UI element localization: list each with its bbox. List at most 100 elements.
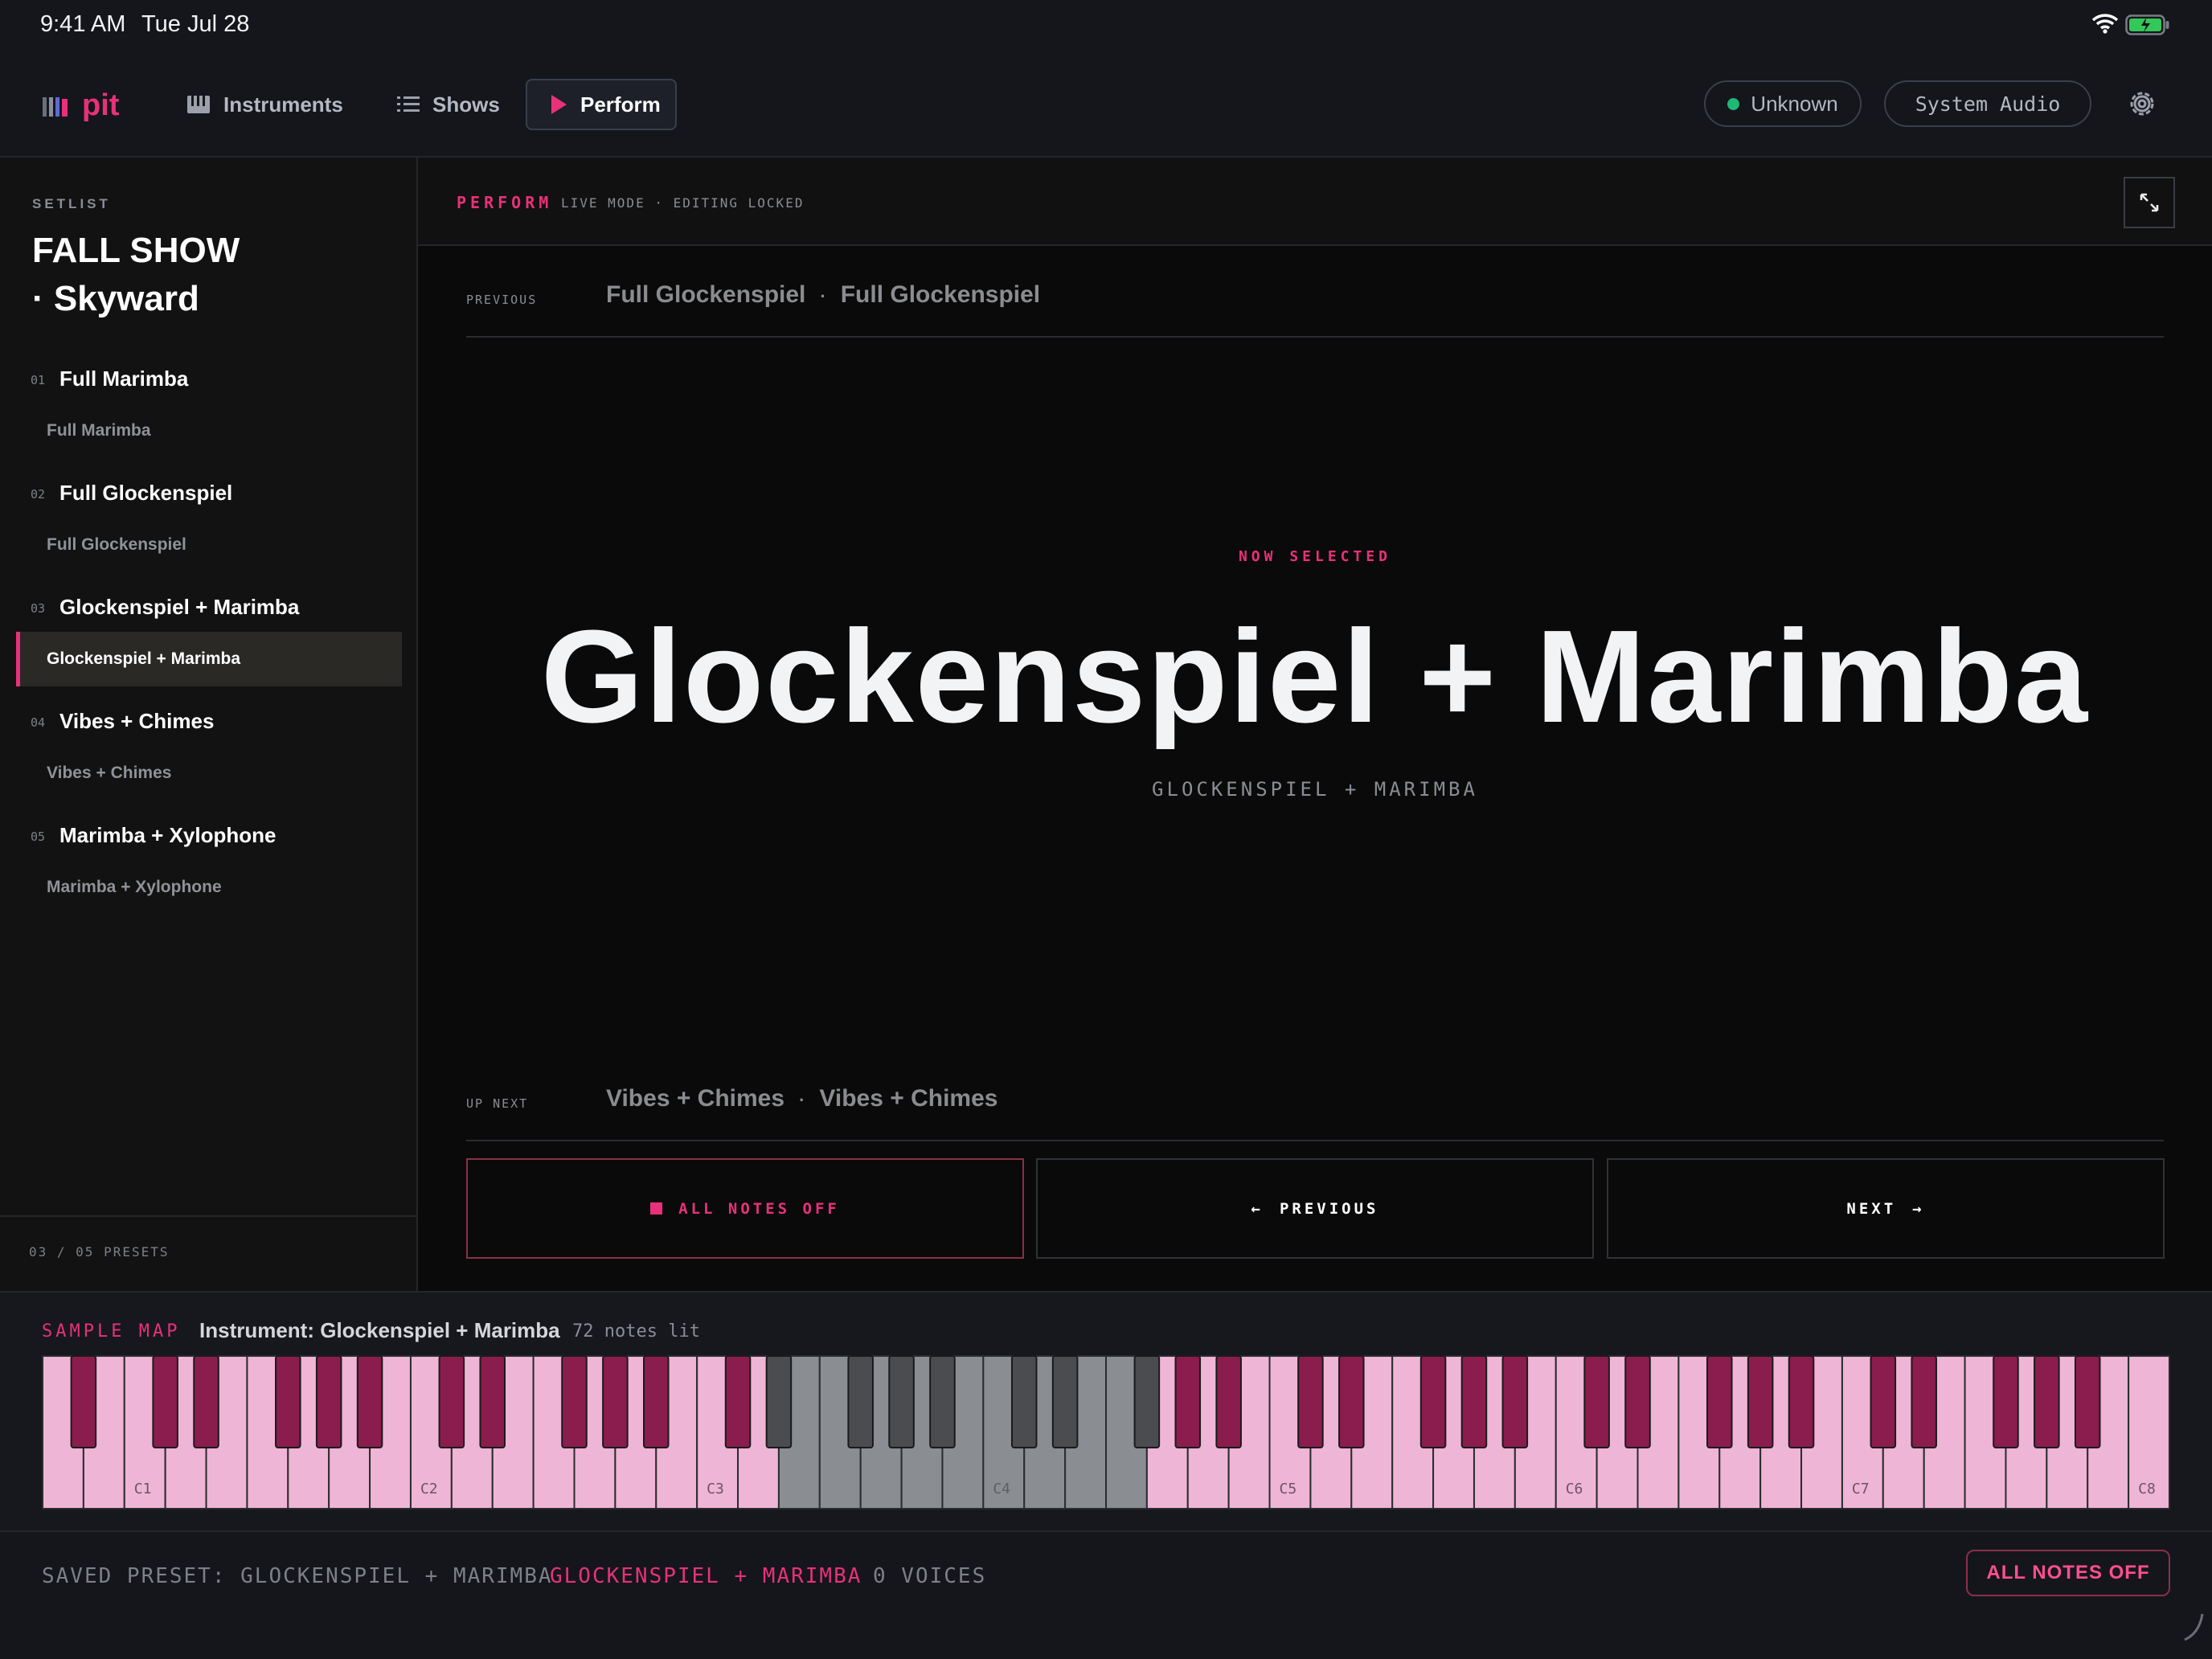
setlist-item[interactable]: 01 Full Marimba Full Marimba	[0, 358, 418, 473]
setlist-item[interactable]: 05 Marimba + Xylophone Marimba + Xylophone	[0, 815, 418, 929]
setlist-item-name: Glockenspiel + Marimba	[59, 595, 300, 619]
black-key[interactable]	[193, 1355, 219, 1448]
black-key[interactable]	[275, 1355, 301, 1448]
black-key[interactable]	[724, 1355, 752, 1448]
resize-handle-icon	[2184, 1613, 2204, 1641]
setlist-item-preset[interactable]: Full Marimba	[16, 403, 402, 458]
up-next-row[interactable]: UP NEXT Vibes + Chimes · Vibes + Chimes	[466, 1082, 2164, 1141]
nav-shows[interactable]: Shows	[397, 79, 500, 130]
previous-instrument: Full Glockenspiel	[840, 281, 1041, 308]
setlist-sidebar: SETLIST FALL SHOW · Skyward 01 Full Marim…	[0, 158, 418, 1291]
black-key[interactable]	[643, 1355, 670, 1448]
black-key[interactable]	[438, 1355, 465, 1448]
setlist-item-name: Marimba + Xylophone	[59, 823, 276, 847]
status-bar: 9:41 AM Tue Jul 28	[0, 0, 2212, 51]
black-key[interactable]	[561, 1355, 588, 1448]
black-key[interactable]	[1010, 1355, 1038, 1448]
black-key[interactable]	[929, 1355, 956, 1448]
black-key[interactable]	[70, 1355, 97, 1448]
setlist-item-number: 01	[31, 373, 46, 387]
gear-icon[interactable]	[2127, 88, 2157, 119]
setlist-item-name: Vibes + Chimes	[59, 709, 215, 733]
nav-instruments[interactable]: Instruments	[186, 79, 343, 130]
black-key[interactable]	[479, 1355, 506, 1448]
setlist-item-preset[interactable]: Marimba + Xylophone	[16, 860, 402, 915]
black-key[interactable]	[1624, 1355, 1651, 1448]
black-key[interactable]	[1993, 1355, 2019, 1448]
up-next-name: Vibes + Chimes · Vibes + Chimes	[606, 1085, 997, 1112]
black-key[interactable]	[1297, 1355, 1324, 1448]
list-icon	[397, 96, 420, 112]
logo-icon	[43, 96, 68, 117]
top-nav: pit Instruments Shows Perform Unknown Sy…	[0, 51, 2212, 158]
status-time: 9:41 AM	[40, 11, 126, 37]
black-key[interactable]	[1501, 1355, 1529, 1448]
notes-lit-count: 72 notes lit	[572, 1321, 700, 1342]
setlist-item-number: 02	[31, 487, 46, 502]
black-key[interactable]	[1215, 1355, 1242, 1448]
previous-row[interactable]: PREVIOUS Full Glockenspiel · Full Glockens…	[466, 278, 2164, 338]
next-instrument: Vibes + Chimes	[819, 1085, 998, 1112]
setlist-item[interactable]: 02 Full Glockenspiel Full Glockenspiel	[0, 473, 418, 587]
setlist-item[interactable]: 04 Vibes + Chimes Vibes + Chimes	[0, 701, 418, 815]
setlist: 01 Full Marimba Full Marimba 02 Full Glocken…	[0, 358, 418, 929]
black-key[interactable]	[1174, 1355, 1202, 1448]
perform-panel: PERFORM LIVE MODE · EDITING LOCKED PREVI…	[418, 158, 2212, 1291]
setlist-item[interactable]: 03 Glockenspiel + Marimba Glockenspiel + M…	[0, 587, 418, 701]
next-button-label: NEXT	[1846, 1199, 1897, 1218]
black-key[interactable]	[1051, 1355, 1079, 1448]
play-icon	[551, 95, 567, 114]
next-button[interactable]: NEXT →	[1607, 1158, 2165, 1259]
audio-output-label: System Audio	[1915, 92, 2061, 116]
octave-label: C3	[707, 1481, 724, 1497]
app-logo[interactable]: pit	[42, 88, 119, 123]
previous-button[interactable]: ← PREVIOUS	[1036, 1158, 1594, 1259]
black-key[interactable]	[1747, 1355, 1774, 1448]
black-key[interactable]	[1338, 1355, 1365, 1448]
setlist-item-number: 04	[31, 715, 46, 730]
black-key[interactable]	[1788, 1355, 1815, 1448]
black-key[interactable]	[152, 1355, 178, 1448]
black-key[interactable]	[2074, 1355, 2101, 1448]
audio-output-pill[interactable]: System Audio	[1884, 80, 2091, 127]
black-key[interactable]	[602, 1355, 629, 1448]
setlist-title: FALL SHOW · Skyward	[32, 227, 402, 323]
black-key[interactable]	[356, 1355, 383, 1448]
nav-perform[interactable]: Perform	[526, 79, 677, 130]
status-dot	[1727, 97, 1740, 110]
now-selected-title: Glockenspiel + Marimba	[540, 603, 2090, 750]
all-notes-off-button[interactable]: ALL NOTES OFF	[466, 1158, 1024, 1259]
setlist-title-line1: FALL SHOW	[32, 231, 240, 270]
setlist-item-preset[interactable]: Glockenspiel + Marimba	[16, 632, 402, 686]
arrow-left-icon: ←	[1251, 1199, 1264, 1218]
nav-instruments-label: Instruments	[223, 92, 343, 117]
black-key[interactable]	[1583, 1355, 1610, 1448]
previous-sep: ·	[820, 286, 826, 306]
black-key[interactable]	[2034, 1355, 2060, 1448]
black-key[interactable]	[1460, 1355, 1488, 1448]
status-footer: SAVED PRESET: GLOCKENSPIEL + MARIMBA GLO…	[0, 1532, 2212, 1659]
black-key[interactable]	[888, 1355, 915, 1448]
black-key[interactable]	[847, 1355, 874, 1448]
connection-status-label: Unknown	[1751, 91, 1838, 116]
setlist-item-name: Full Glockenspiel	[59, 481, 233, 505]
black-key[interactable]	[1706, 1355, 1733, 1448]
now-selected-label: NOW SELECTED	[1238, 548, 1392, 565]
fullscreen-button[interactable]	[2124, 177, 2175, 228]
footer-all-notes-off-button[interactable]: ALL NOTES OFF	[1966, 1550, 2170, 1596]
black-key[interactable]	[1419, 1355, 1447, 1448]
setlist-item-preset[interactable]: Vibes + Chimes	[16, 746, 402, 801]
piano-keyboard[interactable]: C1 C2 C3 C4 C5 C6 C7 C8	[42, 1355, 2170, 1511]
now-selected-subtitle: GLOCKENSPIEL + MARIMBA	[1152, 778, 1478, 801]
battery-icon	[2125, 14, 2169, 35]
black-key[interactable]	[315, 1355, 342, 1448]
octave-label: C2	[420, 1481, 438, 1497]
setlist-item-preset[interactable]: Full Glockenspiel	[16, 518, 402, 572]
black-key[interactable]	[1911, 1355, 1937, 1448]
up-next-label: UP NEXT	[466, 1096, 529, 1111]
black-key[interactable]	[1870, 1355, 1897, 1448]
sample-map-label: SAMPLE MAP	[42, 1321, 181, 1342]
black-key[interactable]	[765, 1355, 793, 1448]
connection-status-pill[interactable]: Unknown	[1704, 80, 1862, 127]
black-key[interactable]	[1133, 1355, 1161, 1448]
